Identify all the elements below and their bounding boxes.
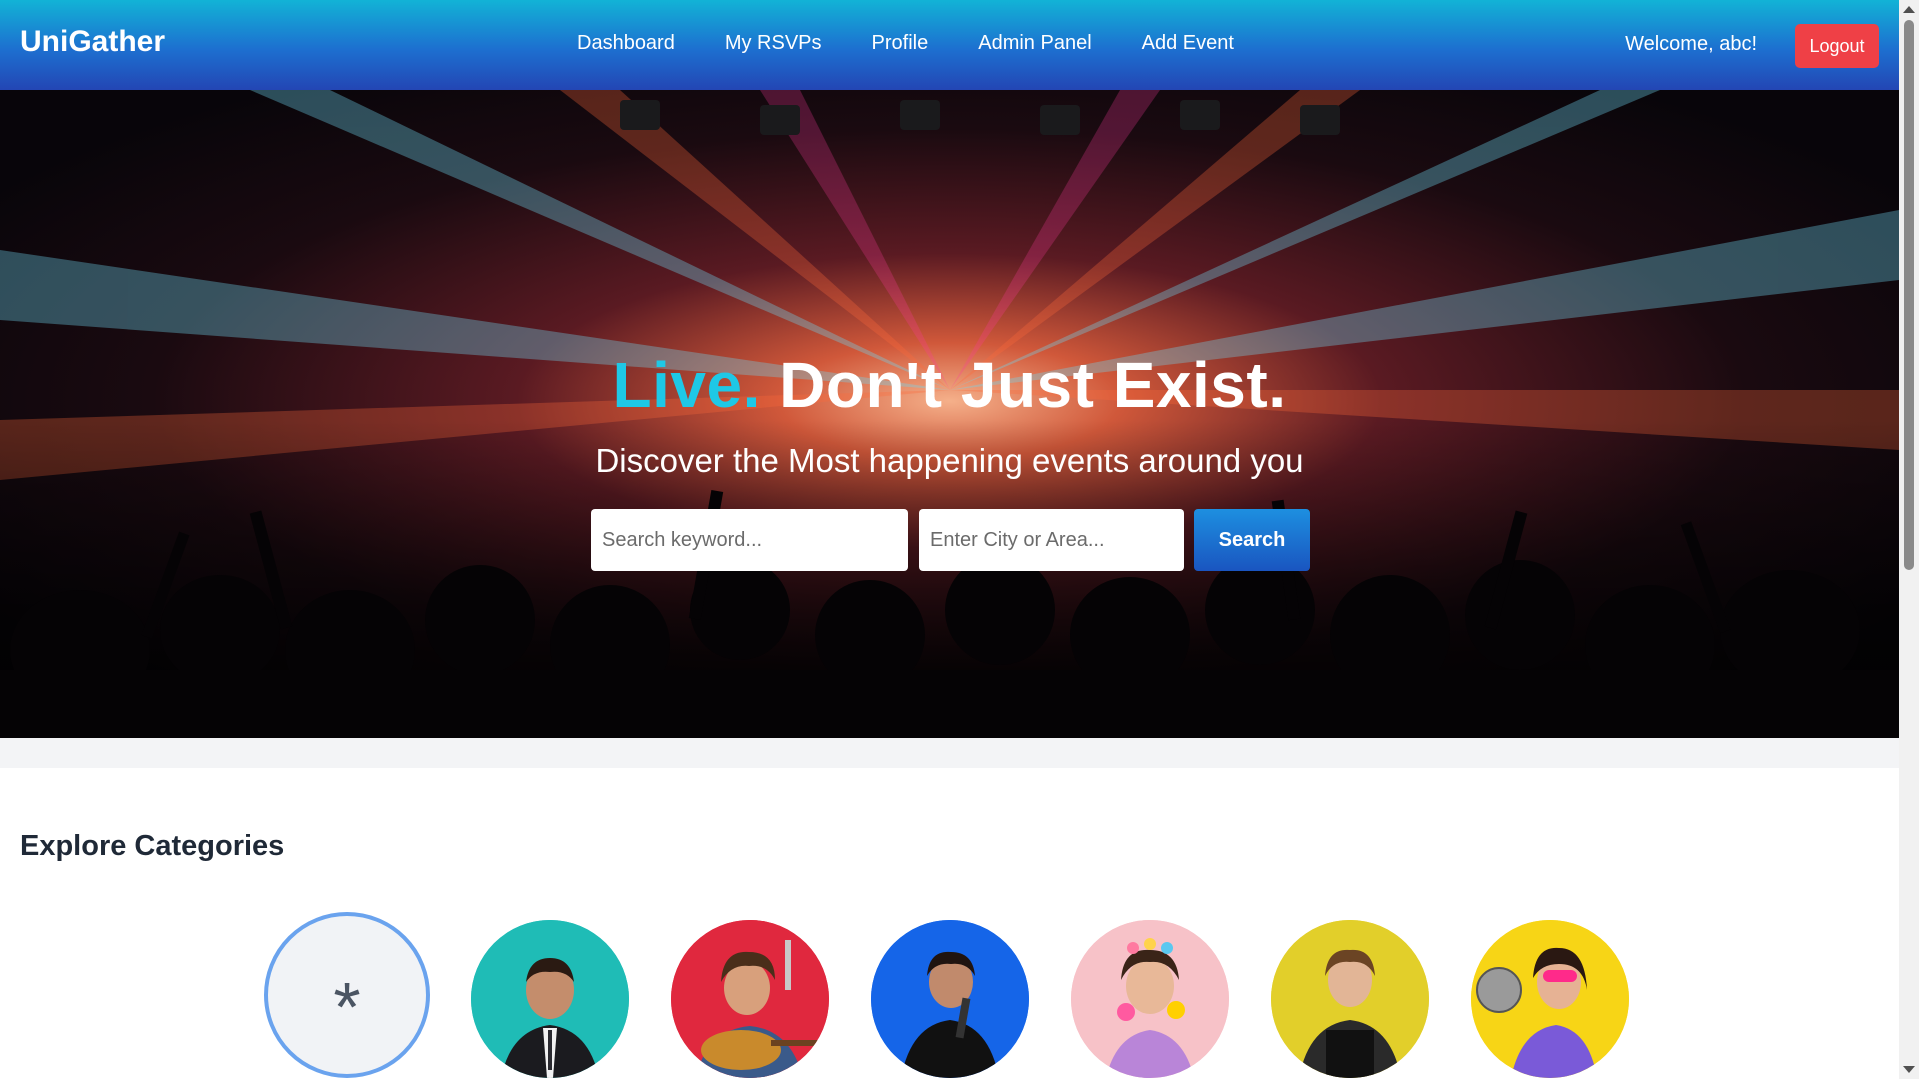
scroll-up-arrow-icon[interactable] xyxy=(1903,6,1915,13)
scroll-thumb[interactable] xyxy=(1904,20,1914,570)
nav-links: Dashboard My RSVPs Profile Admin Panel A… xyxy=(577,32,1234,55)
asterisk-icon: * xyxy=(333,968,361,1046)
category-singer[interactable] xyxy=(871,920,1029,1078)
welcome-text: Welcome, abc! xyxy=(1625,33,1757,55)
category-carousel: * xyxy=(0,910,1899,1079)
chef-avatar-icon xyxy=(1271,920,1429,1078)
hero-subtitle: Discover the Most happening events aroun… xyxy=(595,442,1304,479)
keyword-search-input[interactable] xyxy=(591,509,908,571)
guitarist-avatar-icon xyxy=(671,920,829,1078)
search-button[interactable]: Search xyxy=(1194,509,1310,571)
nav-link-admin-panel[interactable]: Admin Panel xyxy=(978,32,1091,55)
nav-link-profile[interactable]: Profile xyxy=(872,32,929,55)
hero-title-rest: Don't Just Exist. xyxy=(779,349,1287,421)
top-navbar: UniGather Dashboard My RSVPs Profile Adm… xyxy=(0,0,1899,90)
nav-link-dashboard[interactable]: Dashboard xyxy=(577,32,675,55)
section-divider xyxy=(0,738,1899,768)
hero-title-accent: Live. xyxy=(612,349,761,421)
category-guitarist[interactable] xyxy=(671,920,829,1078)
logout-button[interactable]: Logout xyxy=(1795,24,1879,68)
disco-avatar-icon xyxy=(1471,920,1629,1078)
scroll-down-arrow-icon[interactable] xyxy=(1903,1066,1915,1073)
page-scrollbar[interactable] xyxy=(1899,0,1919,1079)
singer-avatar-icon xyxy=(871,920,1029,1078)
nav-link-my-rsvps[interactable]: My RSVPs xyxy=(725,32,822,55)
category-festival[interactable] xyxy=(1071,920,1229,1078)
category-chef[interactable] xyxy=(1271,920,1429,1078)
nav-link-add-event[interactable]: Add Event xyxy=(1142,32,1234,55)
category-disco[interactable] xyxy=(1471,920,1629,1078)
category-all-button[interactable]: * xyxy=(264,912,430,1078)
explore-categories-heading: Explore Categories xyxy=(20,830,285,862)
city-search-input[interactable] xyxy=(919,509,1184,571)
businessman-avatar-icon xyxy=(471,920,629,1078)
festival-avatar-icon xyxy=(1071,920,1229,1078)
hero-banner: Live. Don't Just Exist. Discover the Mos… xyxy=(0,90,1899,738)
category-businessman[interactable] xyxy=(471,920,629,1078)
brand-logo[interactable]: UniGather xyxy=(20,25,165,59)
hero-title: Live. Don't Just Exist. xyxy=(0,348,1899,422)
